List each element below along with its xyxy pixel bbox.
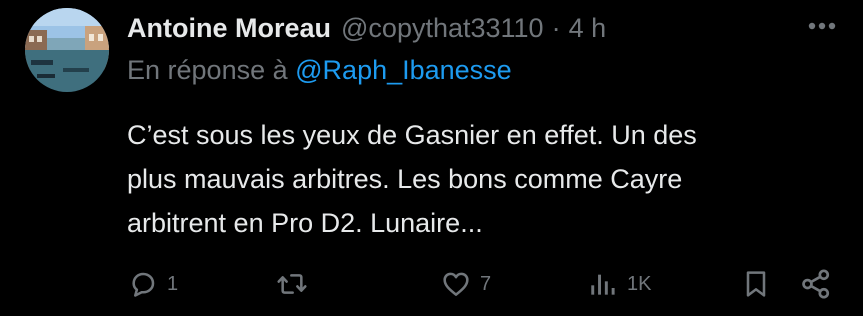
bookmark-icon: [746, 271, 766, 297]
tweet-text-line: C’est sous les yeux de Gasnier en effet.…: [127, 120, 697, 150]
bookmark-button[interactable]: [740, 262, 772, 306]
author-name[interactable]: Antoine Moreau: [127, 13, 331, 44]
heart-icon: [443, 272, 469, 296]
share-button[interactable]: [799, 262, 833, 306]
retweet-button[interactable]: [275, 262, 317, 306]
reply-prefix: En réponse à: [127, 55, 288, 85]
reply-mention-link[interactable]: @Raph_Ibanesse: [295, 55, 512, 85]
avatar-photo: [25, 8, 109, 92]
avatar[interactable]: [25, 8, 109, 92]
like-button[interactable]: 7: [440, 262, 491, 306]
reply-button[interactable]: 1: [127, 262, 178, 306]
separator-dot: ·: [551, 12, 561, 43]
author-handle[interactable]: @copythat33110: [341, 13, 544, 44]
tweet-time[interactable]: 4 h: [569, 13, 607, 44]
more-dots-icon: [808, 22, 836, 30]
views-button[interactable]: 1K: [587, 262, 651, 306]
tweet-text-line: plus mauvais arbitres. Les bons comme Ca…: [127, 164, 683, 194]
tweet-text: C’est sous les yeux de Gasnier en effet.…: [127, 113, 837, 245]
action-bar: 1 7 1K: [127, 262, 839, 306]
reply-count: 1: [167, 272, 179, 295]
views-bars-icon: [591, 274, 615, 295]
like-count: 7: [480, 272, 492, 295]
retweet-icon: [277, 274, 307, 294]
tweet-header: Antoine Moreau @copythat33110 · 4 h: [127, 10, 606, 46]
reply-bubble-icon: [132, 272, 155, 297]
views-count: 1K: [627, 272, 652, 295]
tweet-text-line: arbitrent en Pro D2. Lunaire...: [127, 208, 483, 238]
share-icon: [802, 269, 830, 299]
more-button[interactable]: [800, 10, 844, 42]
reply-context: En réponse à @Raph_Ibanesse: [127, 55, 512, 86]
